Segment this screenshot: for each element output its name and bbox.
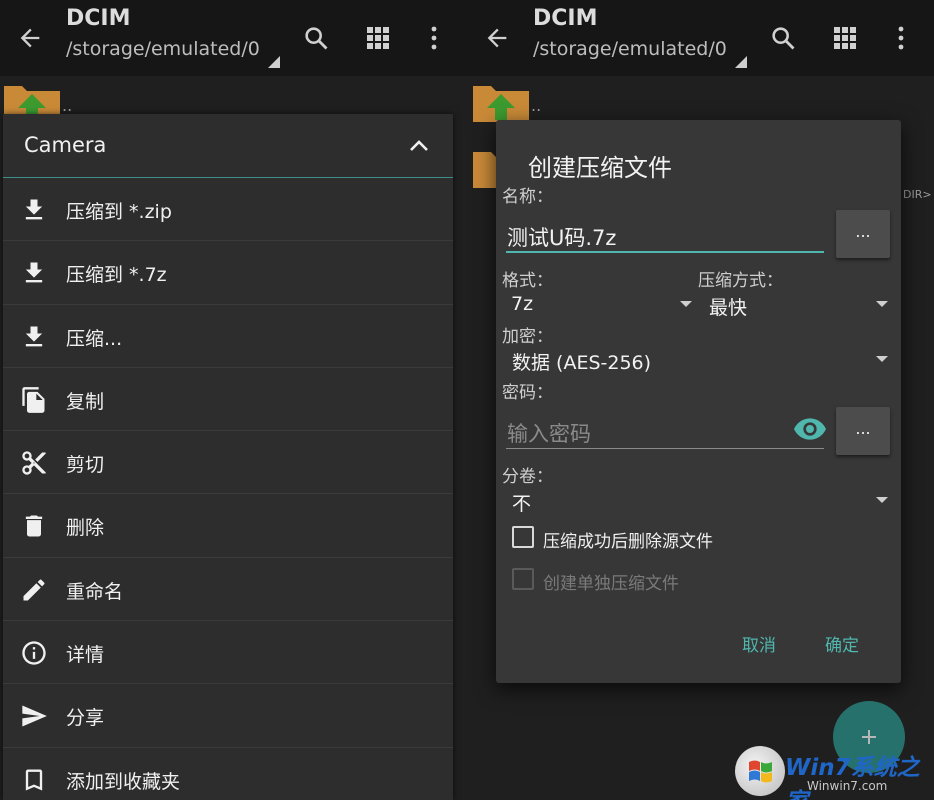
right-appbar: DCIM /storage/emulated/0 (467, 0, 934, 76)
menu-item-label: 分享 (66, 707, 105, 730)
delete-after-checkbox[interactable] (512, 526, 534, 548)
name-input-underline (506, 251, 824, 253)
browse-name-button[interactable]: ... (836, 210, 890, 258)
separate-archive-checkbox (512, 568, 534, 590)
back-arrow-icon[interactable] (483, 24, 511, 52)
context-menu-title: Camera (24, 133, 107, 157)
context-menu-header[interactable]: Camera (3, 114, 453, 178)
compression-method-label: 压缩方式： (698, 271, 783, 291)
menu-item-add-favorite[interactable]: 添加到收藏夹 (3, 748, 453, 800)
left-pane: DCIM /storage/emulated/0 .. Camera 压缩到 *… (0, 0, 467, 800)
menu-item-copy[interactable]: 复制 (3, 368, 453, 432)
download-icon (25, 326, 43, 346)
menu-item-share[interactable]: 分享 (3, 684, 453, 748)
trash-icon (25, 515, 43, 537)
download-icon (25, 262, 43, 283)
menu-item-label: 复制 (66, 390, 105, 413)
search-icon[interactable] (302, 24, 330, 52)
encryption-dropdown-icon[interactable] (876, 356, 888, 362)
format-label: 格式： (502, 271, 553, 291)
menu-item-label: 压缩... (66, 327, 123, 350)
path-dropdown-icon[interactable] (268, 56, 280, 68)
encryption-select[interactable]: 数据 (AES-256) (512, 348, 651, 375)
menu-item-label: 重命名 (66, 580, 124, 603)
right-appbar-title: DCIM (533, 6, 598, 31)
path-dropdown-icon[interactable] (735, 56, 747, 68)
password-label: 密码： (502, 383, 553, 403)
split-dropdown-icon[interactable] (876, 497, 888, 503)
right-appbar-path[interactable]: /storage/emulated/0 (533, 38, 727, 60)
menu-item-label: 剪切 (66, 454, 105, 477)
ok-button[interactable]: 确定 (825, 631, 859, 656)
password-input[interactable]: 输入密码 (507, 418, 591, 448)
menu-item-delete[interactable]: 删除 (3, 494, 453, 558)
cancel-button[interactable]: 取消 (742, 631, 776, 656)
left-appbar-path[interactable]: /storage/emulated/0 (66, 38, 260, 60)
more-vert-icon[interactable] (424, 24, 444, 52)
dir-tag: DIR> (903, 188, 932, 201)
bookmark-icon (25, 769, 43, 791)
separate-archive-label: 创建单独压缩文件 (543, 574, 679, 594)
parent-folder-label: .. (62, 96, 73, 115)
context-menu: Camera 压缩到 *.zip 压缩到 *.7z 压缩... 复制 剪切 删除… (3, 114, 453, 800)
watermark-url: Winwin7.com (807, 779, 888, 793)
grid-view-icon[interactable] (366, 26, 390, 50)
menu-item-label: 压缩到 *.7z (66, 264, 167, 287)
dialog-title: 创建压缩文件 (528, 154, 672, 182)
password-input-underline (506, 448, 824, 449)
split-volume-select[interactable]: 不 (512, 489, 531, 516)
delete-after-label: 压缩成功后删除源文件 (543, 532, 713, 552)
menu-item-label: 详情 (66, 644, 105, 667)
menu-item-label: 删除 (66, 517, 105, 540)
pencil-icon (23, 579, 45, 601)
left-appbar-title: DCIM (66, 6, 131, 31)
password-options-button[interactable]: ... (836, 407, 890, 455)
menu-item-compress-7z[interactable]: 压缩到 *.7z (3, 241, 453, 305)
name-label: 名称： (502, 187, 553, 207)
grid-view-icon[interactable] (833, 26, 857, 50)
menu-item-compress[interactable]: 压缩... (3, 305, 453, 368)
menu-item-details[interactable]: 详情 (3, 621, 453, 685)
search-icon[interactable] (769, 24, 797, 52)
parent-folder-label: .. (531, 96, 542, 115)
menu-item-compress-zip[interactable]: 压缩到 *.zip (3, 178, 453, 242)
create-archive-dialog: 创建压缩文件 名称： 测试U码.7z ... 格式： 7z 压缩方式： 最快 加… (496, 120, 901, 683)
parent-folder-icon[interactable] (473, 80, 529, 122)
scissors-icon (22, 451, 46, 475)
encryption-label: 加密： (502, 327, 553, 347)
format-dropdown-icon[interactable] (680, 301, 692, 307)
format-select[interactable]: 7z (511, 293, 533, 315)
windows-logo-icon (735, 746, 785, 796)
left-appbar: DCIM /storage/emulated/0 (0, 0, 467, 76)
chevron-up-icon[interactable] (407, 136, 431, 154)
info-icon (22, 641, 46, 665)
eye-icon[interactable] (794, 418, 826, 440)
back-arrow-icon[interactable] (16, 24, 44, 52)
send-icon (22, 705, 47, 727)
download-icon (25, 199, 43, 220)
copy-icon (22, 387, 45, 413)
split-volume-label: 分卷： (502, 467, 553, 487)
archive-name-input[interactable]: 测试U码.7z (507, 222, 616, 252)
menu-item-cut[interactable]: 剪切 (3, 431, 453, 495)
more-vert-icon[interactable] (891, 24, 911, 52)
menu-item-label: 压缩到 *.zip (66, 201, 172, 223)
compression-method-select[interactable]: 最快 (709, 293, 747, 320)
menu-item-label: 添加到收藏夹 (66, 770, 181, 793)
menu-item-rename[interactable]: 重命名 (3, 558, 453, 622)
method-dropdown-icon[interactable] (876, 301, 888, 307)
watermark: Win7系统之家 Winwin7.com (735, 744, 930, 800)
